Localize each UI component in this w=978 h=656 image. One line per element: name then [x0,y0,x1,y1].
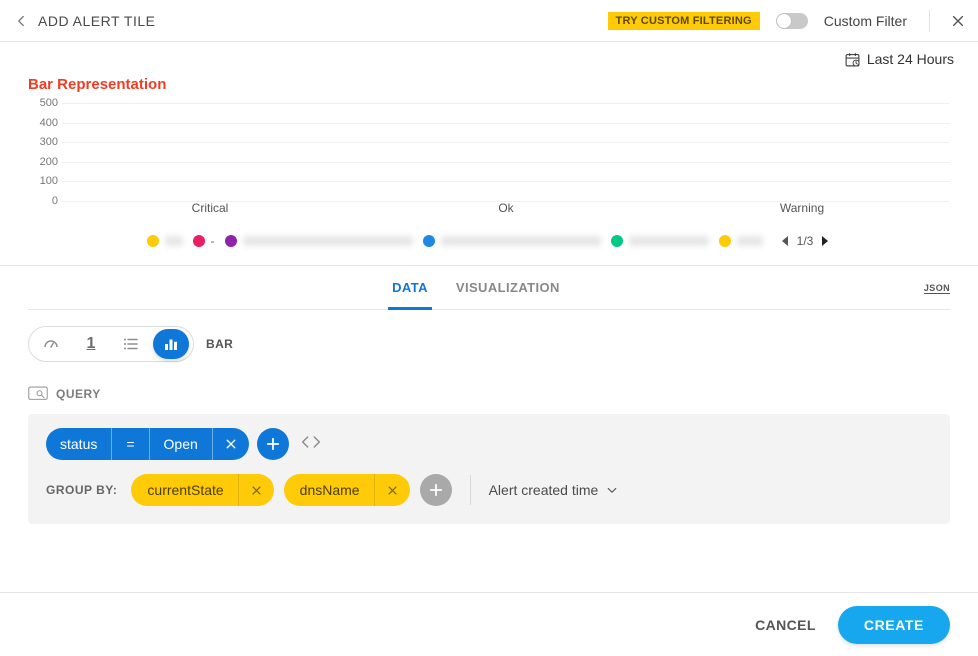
group-by-chip-currentstate[interactable]: currentState [131,474,273,506]
x-tick: Ok [358,201,654,221]
legend-label [737,236,763,246]
config-tabs: DATA VISUALIZATION JSON [28,266,950,310]
view-type-number[interactable]: 1 [73,329,109,359]
chart-panel: Bar Representation 0 100 200 300 400 500 Crit… [0,76,978,255]
view-type-row: 1 BAR [0,310,978,362]
x-tick: Critical [62,201,358,221]
page-title: ADD ALERT TILE [38,13,156,29]
legend-dot [147,235,159,247]
plus-icon [266,437,280,451]
close-button[interactable] [950,13,966,29]
legend-page-label: 1/3 [797,234,814,248]
footer: CANCEL CREATE [0,592,978,656]
bar-chart-icon [162,335,180,353]
view-type-bar[interactable] [153,329,189,359]
filter-value: Open [150,428,212,460]
y-tick: 500 [40,97,58,109]
query-section-label: QUERY [0,362,978,408]
query-panel: status = Open GROUP BY: currentState [28,414,950,524]
header: ADD ALERT TILE TRY CUSTOM FILTERING Cust… [0,0,978,42]
legend-label [441,236,601,246]
chevron-left-icon[interactable] [779,235,791,247]
tab-visualization[interactable]: VISUALIZATION [442,266,574,309]
legend-dot [225,235,237,247]
back-button[interactable] [12,12,30,30]
json-toggle-button[interactable]: JSON [924,283,950,293]
chevron-down-icon [606,484,618,496]
legend-label [629,236,709,246]
view-type-list[interactable] [113,329,149,359]
bar-chart: 0100200300400500 CriticalOkWarning [28,103,950,221]
chevron-right-icon[interactable] [819,235,831,247]
view-type-selector: 1 [28,326,194,362]
remove-filter-button[interactable] [213,438,249,450]
filter-pill-status[interactable]: status = Open [46,428,249,460]
close-icon [225,438,237,450]
remove-group-by-button[interactable] [239,485,274,496]
query-icon [28,386,48,402]
y-tick: 0 [52,195,58,207]
close-icon [387,485,398,496]
legend-dot [611,235,623,247]
view-type-gauge[interactable] [33,329,69,359]
add-group-by-button[interactable] [420,474,452,506]
cancel-button[interactable]: CANCEL [755,617,816,633]
legend-label [165,236,183,246]
filter-row: status = Open [46,428,932,460]
y-tick: 200 [40,156,58,168]
group-by-label: GROUP BY: [46,483,117,497]
time-range-selector[interactable]: Last 24 Hours [0,42,978,76]
time-range-label: Last 24 Hours [867,51,954,67]
chart-title: Bar Representation [28,76,950,93]
custom-filter-toggle[interactable] [776,13,808,29]
config-tabs-wrap: DATA VISUALIZATION JSON [0,265,978,310]
close-icon [251,485,262,496]
remove-group-by-button[interactable] [375,485,410,496]
group-by-chip-dnsname[interactable]: dnsName [284,474,410,506]
code-mode-button[interactable] [301,434,321,455]
calendar-icon [844,51,861,68]
legend-dot [719,235,731,247]
filter-field: status [46,428,111,460]
x-tick: Warning [654,201,950,221]
view-type-name: BAR [206,337,233,351]
sort-field-selector[interactable]: Alert created time [489,482,619,498]
legend-pager: 1/3 [779,234,832,248]
y-tick: 100 [40,175,58,187]
legend-dot [423,235,435,247]
group-by-row: GROUP BY: currentState dnsName Alert cre… [46,474,932,506]
gauge-icon [42,335,60,353]
custom-filter-label: Custom Filter [824,13,907,29]
tab-data[interactable]: DATA [378,266,442,309]
try-custom-filtering-badge[interactable]: TRY CUSTOM FILTERING [608,12,760,30]
code-icon [301,434,321,450]
add-filter-button[interactable] [257,428,289,460]
list-icon [122,335,140,353]
create-button[interactable]: CREATE [838,606,950,644]
legend-dot [193,235,205,247]
filter-op: = [112,428,148,460]
y-tick: 400 [40,117,58,129]
legend-label [243,236,413,246]
y-tick: 300 [40,136,58,148]
chart-legend: - 1/3 [28,227,950,255]
legend-separator: - [211,234,215,248]
plus-icon [429,483,443,497]
